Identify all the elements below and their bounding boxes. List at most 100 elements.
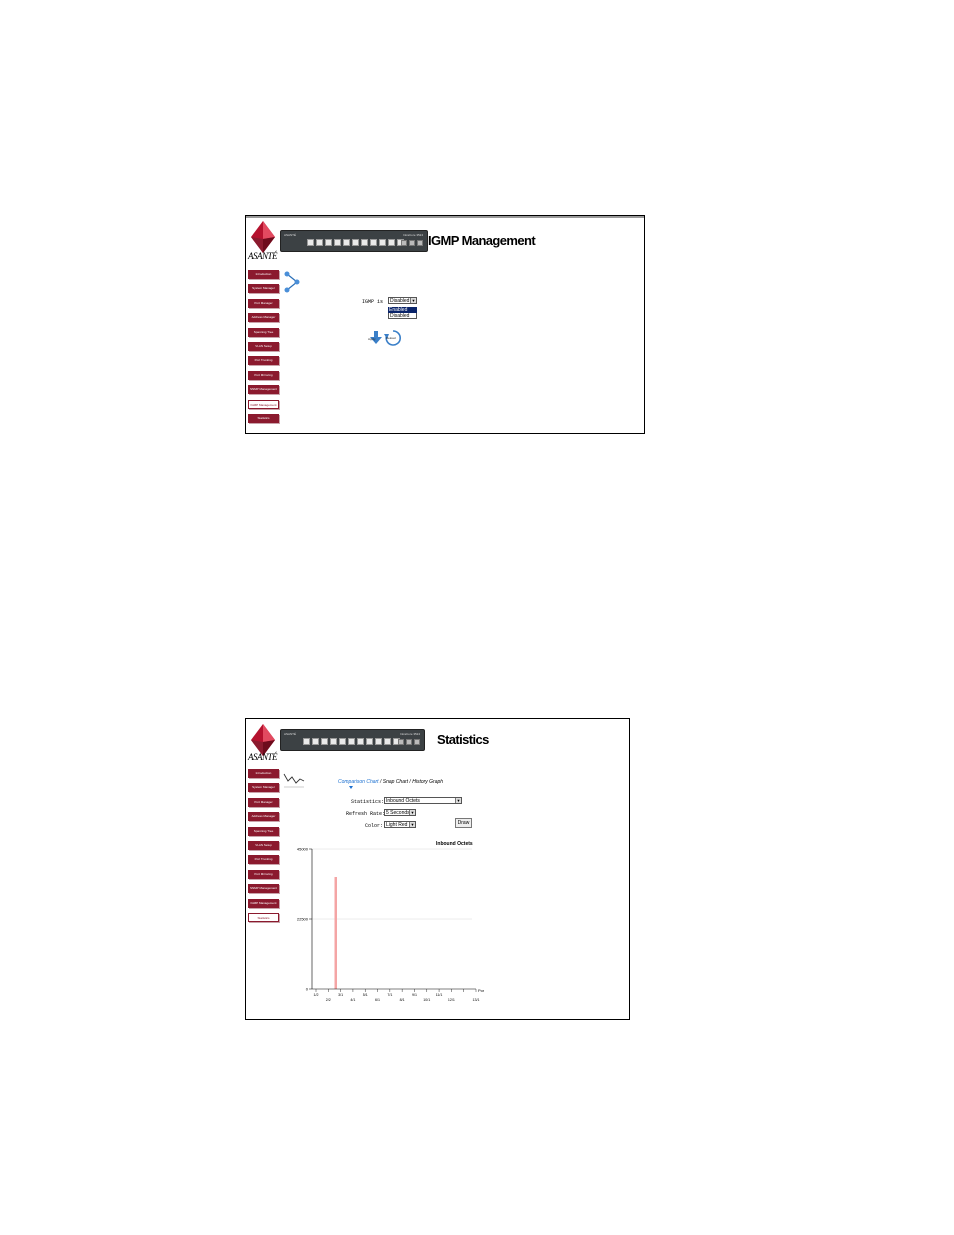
- port-icon[interactable]: [303, 738, 310, 745]
- sidebar-nav: Introduction System Manager Port Manager…: [248, 769, 279, 927]
- port-icon[interactable]: [370, 239, 377, 246]
- inbound-octets-chart: 0 22500 45000 1/2 3/1 5/1 7/1 9/1 11/1 2/2 4/1 6/1 8…: [297, 847, 484, 1003]
- chevron-down-icon[interactable]: ▼: [409, 822, 415, 827]
- statistics-select-value: Inbound Octets: [386, 798, 420, 804]
- igmp-option-disabled[interactable]: Disabled: [388, 313, 417, 319]
- nav-introduction[interactable]: Introduction: [248, 270, 279, 279]
- port-icon[interactable]: [388, 239, 395, 246]
- nav-introduction[interactable]: Introduction: [248, 769, 279, 778]
- y-tick-label: 45000: [297, 847, 309, 852]
- x-tick-label: 13/1: [473, 998, 480, 1002]
- port-icon[interactable]: [379, 239, 386, 246]
- x-tick-label: 1/2: [314, 993, 319, 997]
- nav-statistics[interactable]: Statistics: [248, 912, 279, 922]
- port-icon[interactable]: [366, 738, 373, 745]
- nav-port-trunking[interactable]: Port Trunking: [248, 855, 279, 865]
- refresh-rate-label: Refresh Rate:: [346, 811, 386, 817]
- nav-port-trunking[interactable]: Port Trunking: [248, 356, 279, 366]
- port-icon[interactable]: [352, 239, 359, 246]
- page-title: IGMP Management: [428, 233, 536, 248]
- device-brand: ASANTÉ: [284, 732, 297, 736]
- uplink-port-icon[interactable]: [406, 739, 412, 745]
- port-icon[interactable]: [384, 738, 391, 745]
- uplink-port-icon[interactable]: [417, 240, 423, 246]
- igmp-select-value: Disabled: [390, 298, 410, 304]
- chart-type-links: Comparison Chart / Snap Chart / History …: [338, 779, 443, 785]
- nav-port-manager[interactable]: Port Manager: [248, 298, 279, 308]
- nav-system-manager[interactable]: System Manager: [248, 284, 279, 294]
- x-tick-label: 8/1: [400, 998, 405, 1002]
- port-icon[interactable]: [330, 738, 337, 745]
- x-tick-label: 6/1: [375, 998, 380, 1002]
- port-row: [307, 239, 404, 246]
- port-row: [303, 738, 400, 745]
- uplink-port-icon[interactable]: [398, 739, 404, 745]
- history-graph-link[interactable]: History Graph: [412, 779, 443, 785]
- port-icon[interactable]: [339, 738, 346, 745]
- igmp-select[interactable]: Disabled ▼: [388, 297, 417, 304]
- refresh-rate-value: 5 Seconds: [386, 810, 410, 816]
- switch-front-panel: ASANTÉ IntraCore 3524: [280, 230, 428, 252]
- nav-spanning-tree[interactable]: Spanning Tree: [248, 826, 279, 836]
- nav-vlan-setup[interactable]: VLAN Setup: [248, 341, 279, 351]
- port-icon[interactable]: [321, 738, 328, 745]
- refresh-rate-select[interactable]: 5 Seconds ▼: [384, 809, 416, 816]
- port-icon[interactable]: [325, 239, 332, 246]
- apply-button[interactable]: Apply: [368, 331, 382, 349]
- port-icon[interactable]: [375, 738, 382, 745]
- nav-igmp-management[interactable]: IGMP Management: [248, 898, 279, 908]
- page-title: Statistics: [437, 732, 489, 747]
- device-model: IntraCore 3524: [399, 732, 420, 736]
- line-graph-icon: [283, 773, 305, 788]
- nav-port-mirroring[interactable]: Port Mirroring: [248, 869, 279, 879]
- nav-system-manager[interactable]: System Manager: [248, 783, 279, 793]
- nav-snmp-management[interactable]: SNMP Management: [248, 385, 279, 395]
- port-icon[interactable]: [334, 239, 341, 246]
- logo-text: ASANTÉ: [248, 752, 278, 762]
- statistics-select[interactable]: Inbound Octets ▼: [384, 797, 462, 804]
- chevron-down-icon[interactable]: ▼: [409, 810, 415, 815]
- nav-address-manager[interactable]: Address Manager: [248, 812, 279, 822]
- port-icon[interactable]: [343, 239, 350, 246]
- snap-chart-link[interactable]: Snap Chart: [383, 779, 408, 785]
- x-tick-label: 4/1: [350, 998, 355, 1002]
- sidebar-nav: Introduction System Manager Port Manager…: [248, 270, 279, 428]
- nav-port-manager[interactable]: Port Manager: [248, 797, 279, 807]
- nav-port-mirroring[interactable]: Port Mirroring: [248, 370, 279, 380]
- bar: [334, 877, 337, 989]
- uplink-port-icon[interactable]: [409, 240, 415, 246]
- x-tick-label: 12/1: [448, 998, 455, 1002]
- x-tick-label: 3/1: [338, 993, 343, 997]
- comparison-chart-link[interactable]: Comparison Chart: [338, 779, 379, 785]
- nav-igmp-management[interactable]: IGMP Management: [248, 399, 279, 409]
- color-select-value: Light Red: [386, 822, 408, 828]
- y-tick-label: 0: [306, 987, 309, 992]
- y-tick-label: 22500: [297, 917, 309, 922]
- network-topology-icon: [284, 271, 300, 293]
- reload-label: Reload: [386, 336, 396, 340]
- apply-label: Apply: [368, 337, 376, 341]
- port-icon[interactable]: [312, 738, 319, 745]
- port-icon[interactable]: [316, 239, 323, 246]
- port-icon[interactable]: [357, 738, 364, 745]
- chevron-down-icon[interactable]: ▼: [455, 798, 461, 803]
- nav-vlan-setup[interactable]: VLAN Setup: [248, 840, 279, 850]
- uplink-port-icon[interactable]: [401, 240, 407, 246]
- chevron-down-icon[interactable]: ▼: [410, 298, 416, 303]
- logo-text: ASANTÉ: [248, 251, 278, 261]
- uplink-port-icon[interactable]: [414, 739, 420, 745]
- reload-button[interactable]: Reload: [384, 329, 402, 347]
- color-select[interactable]: Light Red ▼: [384, 821, 416, 828]
- port-icon[interactable]: [307, 239, 314, 246]
- draw-button[interactable]: Draw: [455, 818, 472, 828]
- x-tick-label: 5/1: [363, 993, 368, 997]
- port-icon[interactable]: [361, 239, 368, 246]
- port-icon[interactable]: [348, 738, 355, 745]
- device-brand: ASANTÉ: [284, 233, 297, 237]
- x-tick-label: 2/2: [326, 998, 331, 1002]
- nav-snmp-management[interactable]: SNMP Management: [248, 884, 279, 894]
- nav-statistics[interactable]: Statistics: [248, 413, 279, 423]
- nav-spanning-tree[interactable]: Spanning Tree: [248, 327, 279, 337]
- nav-address-manager[interactable]: Address Manager: [248, 313, 279, 323]
- uplink-row: [401, 240, 423, 246]
